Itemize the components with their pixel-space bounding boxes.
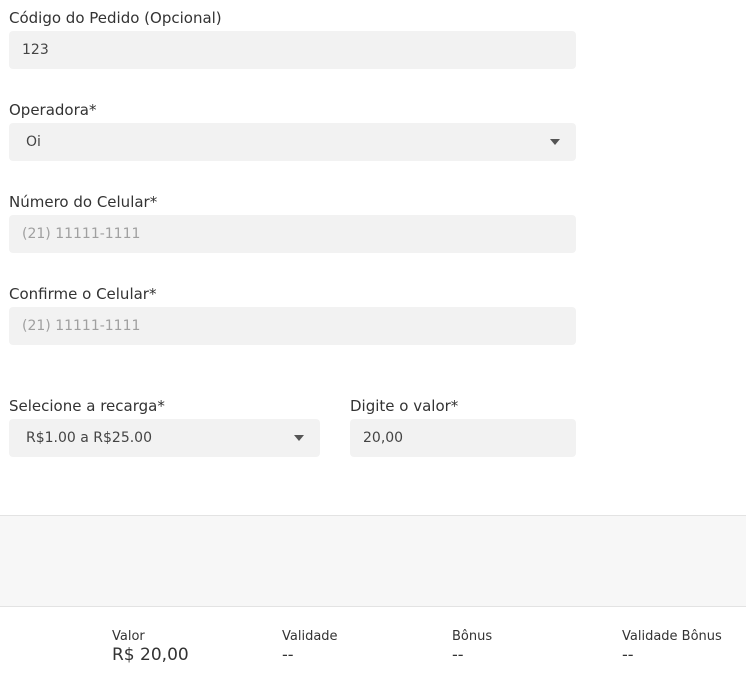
spacer-band	[0, 516, 746, 606]
operator-label: Operadora*	[9, 101, 97, 119]
summary-valor-value: R$ 20,00	[112, 645, 189, 665]
order-code-field[interactable]	[9, 31, 576, 69]
amount-field[interactable]	[350, 419, 576, 457]
amount-label: Digite o valor*	[350, 397, 459, 415]
confirm-phone-input[interactable]	[22, 307, 576, 345]
summary-valor-label: Valor	[112, 629, 145, 644]
summary-bonus-label: Bônus	[452, 629, 493, 644]
phone-label: Número do Celular*	[9, 193, 158, 211]
summary-validade-bonus-value: --	[622, 645, 634, 664]
operator-selected-value: Oi	[26, 134, 41, 150]
summary-bonus: Bônus --	[452, 629, 492, 665]
phone-input[interactable]	[22, 215, 576, 253]
operator-select[interactable]: Oi	[9, 123, 576, 161]
summary-valor: Valor R$ 20,00	[112, 629, 189, 665]
recharge-select[interactable]: R$1.00 a R$25.00	[9, 419, 320, 457]
recharge-summary: Valor R$ 20,00 Validade -- Bônus -- Vali…	[0, 607, 746, 682]
summary-validade-label: Validade	[282, 629, 338, 644]
order-code-input[interactable]	[22, 31, 576, 69]
recharge-label: Selecione a recarga*	[9, 397, 165, 415]
amount-input[interactable]	[363, 419, 576, 457]
order-code-label: Código do Pedido (Opcional)	[9, 9, 222, 27]
summary-validade-value: --	[282, 645, 294, 664]
chevron-down-icon	[550, 139, 560, 145]
confirm-phone-field[interactable]	[9, 307, 576, 345]
summary-validade: Validade --	[282, 629, 338, 665]
summary-validade-bonus: Validade Bônus --	[622, 629, 722, 665]
confirm-phone-label: Confirme o Celular*	[9, 285, 157, 303]
phone-field[interactable]	[9, 215, 576, 253]
summary-bonus-value: --	[452, 645, 464, 664]
recharge-selected-value: R$1.00 a R$25.00	[26, 430, 152, 446]
chevron-down-icon	[294, 435, 304, 441]
recharge-form: Código do Pedido (Opcional) Operadora* O…	[0, 0, 746, 515]
summary-validade-bonus-label: Validade Bônus	[622, 629, 722, 644]
